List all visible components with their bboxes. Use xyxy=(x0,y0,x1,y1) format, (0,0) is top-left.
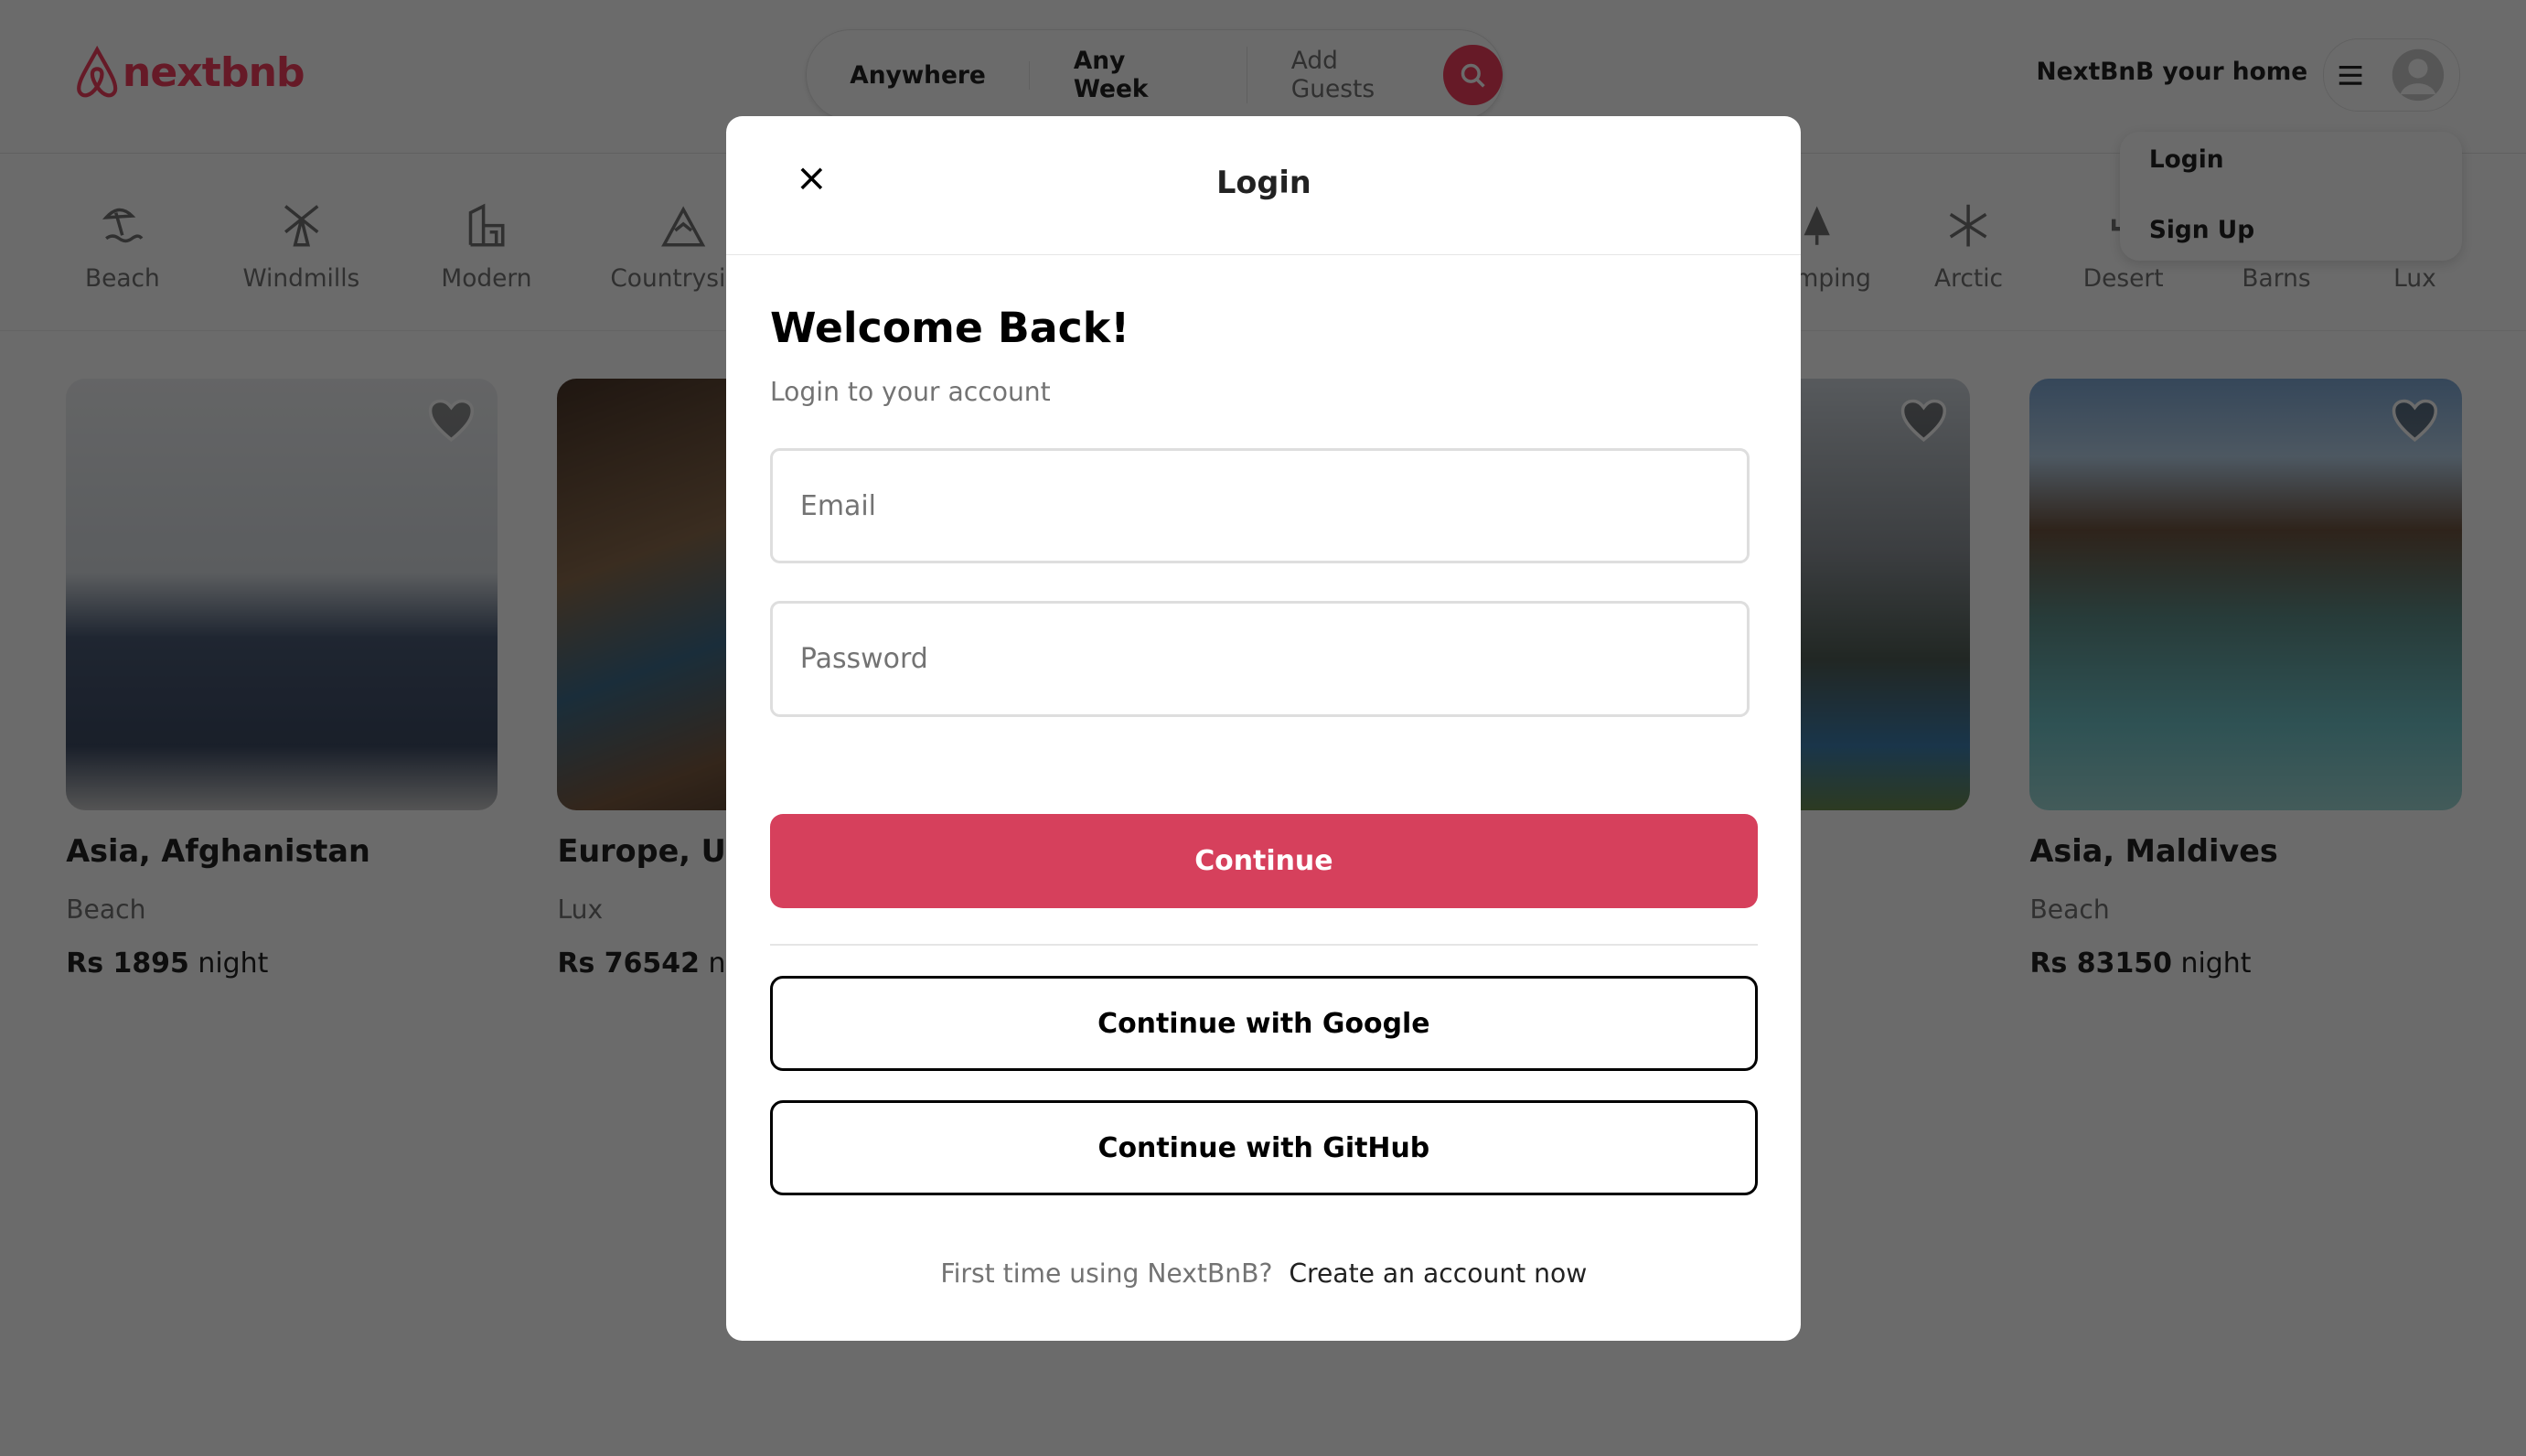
continue-button[interactable]: Continue xyxy=(769,813,1758,909)
user-dropdown-menu: Login Sign Up xyxy=(2120,132,2462,262)
mountain-icon xyxy=(660,206,705,247)
signup-prompt: First time using NextBnB? Create an acco… xyxy=(726,1258,1801,1289)
listing-category: Beach xyxy=(66,894,146,925)
login-modal: Login Welcome Back! Login to your accoun… xyxy=(726,115,1802,1341)
app: nextbnb Anywhere Any Week Add Guests Nex… xyxy=(0,0,2526,1456)
listing-price: Rs 83150 night xyxy=(2029,947,2461,980)
listing-title: Asia, Afghanistan xyxy=(66,832,370,869)
category-label: Lux xyxy=(2393,263,2436,293)
category-arctic[interactable]: Arctic xyxy=(1934,203,2003,293)
listing-card[interactable]: Asia, Afghanistan Beach Rs 1895 night xyxy=(66,378,498,980)
listing-title: Asia, Maldives xyxy=(2029,832,2278,869)
avatar xyxy=(2392,48,2445,102)
modal-title: Login xyxy=(1216,164,1311,200)
welcome-subheading: Login to your account xyxy=(769,377,1051,408)
search-location[interactable]: Anywhere xyxy=(807,60,1031,90)
host-link[interactable]: NextBnB your home xyxy=(2037,58,2308,86)
google-login-button[interactable]: Continue with Google xyxy=(769,976,1758,1072)
category-beach[interactable]: Beach xyxy=(85,203,160,293)
tree-icon xyxy=(1804,206,1831,245)
price-unit: night xyxy=(198,947,269,980)
github-login-button[interactable]: Continue with GitHub xyxy=(769,1100,1758,1195)
search-icon xyxy=(1461,63,1486,88)
heart-icon[interactable] xyxy=(1900,398,1948,443)
welcome-heading: Welcome Back! xyxy=(769,303,1130,353)
category-label: Beach xyxy=(84,263,160,293)
listing-price: Rs 1895 night xyxy=(66,947,498,980)
search-guests[interactable]: Add Guests xyxy=(1247,47,1443,103)
listing-image[interactable] xyxy=(2029,378,2462,811)
listing-image[interactable] xyxy=(66,378,498,811)
hamburger-icon xyxy=(2339,65,2362,85)
price-value: Rs 1895 xyxy=(66,947,189,980)
category-label: Windmills xyxy=(242,263,360,293)
heart-icon[interactable] xyxy=(2391,398,2439,443)
category-label: Barns xyxy=(2242,263,2311,293)
heart-icon[interactable] xyxy=(427,398,476,443)
modal-header: Login xyxy=(726,116,1802,256)
logo[interactable]: nextbnb xyxy=(71,45,305,100)
category-windmills[interactable]: Windmills xyxy=(242,203,359,293)
airbnb-logo-icon xyxy=(76,46,117,98)
price-value: Rs 83150 xyxy=(2029,947,2172,980)
category-label: Arctic xyxy=(1934,263,2004,293)
snowflake-icon xyxy=(1950,204,1987,247)
price-value: Rs 76542 xyxy=(557,947,700,980)
modern-icon xyxy=(468,203,505,247)
category-label: Modern xyxy=(441,263,532,293)
password-input[interactable] xyxy=(769,601,1750,717)
listing-card[interactable]: Asia, Maldives Beach Rs 83150 night xyxy=(2029,378,2462,980)
category-label: Desert xyxy=(2082,263,2164,293)
beach-icon xyxy=(102,208,144,243)
search-button[interactable] xyxy=(1443,44,1503,106)
divider xyxy=(769,944,1758,946)
windmill-icon xyxy=(284,205,319,247)
search-week[interactable]: Any Week xyxy=(1030,47,1248,104)
category-modern[interactable]: Modern xyxy=(441,203,532,293)
price-unit: night xyxy=(2180,947,2252,980)
menu-item-login[interactable]: Login xyxy=(2149,145,2224,174)
email-input[interactable] xyxy=(769,447,1750,564)
user-menu-button[interactable] xyxy=(2323,38,2461,112)
search-bar[interactable]: Anywhere Any Week Add Guests xyxy=(805,28,1504,122)
logo-text: nextbnb xyxy=(122,48,305,96)
listing-category: Beach xyxy=(2029,894,2110,925)
signup-prompt-text: First time using NextBnB? xyxy=(940,1258,1273,1289)
menu-item-signup[interactable]: Sign Up xyxy=(2149,216,2254,244)
create-account-link[interactable]: Create an account now xyxy=(1289,1258,1587,1289)
